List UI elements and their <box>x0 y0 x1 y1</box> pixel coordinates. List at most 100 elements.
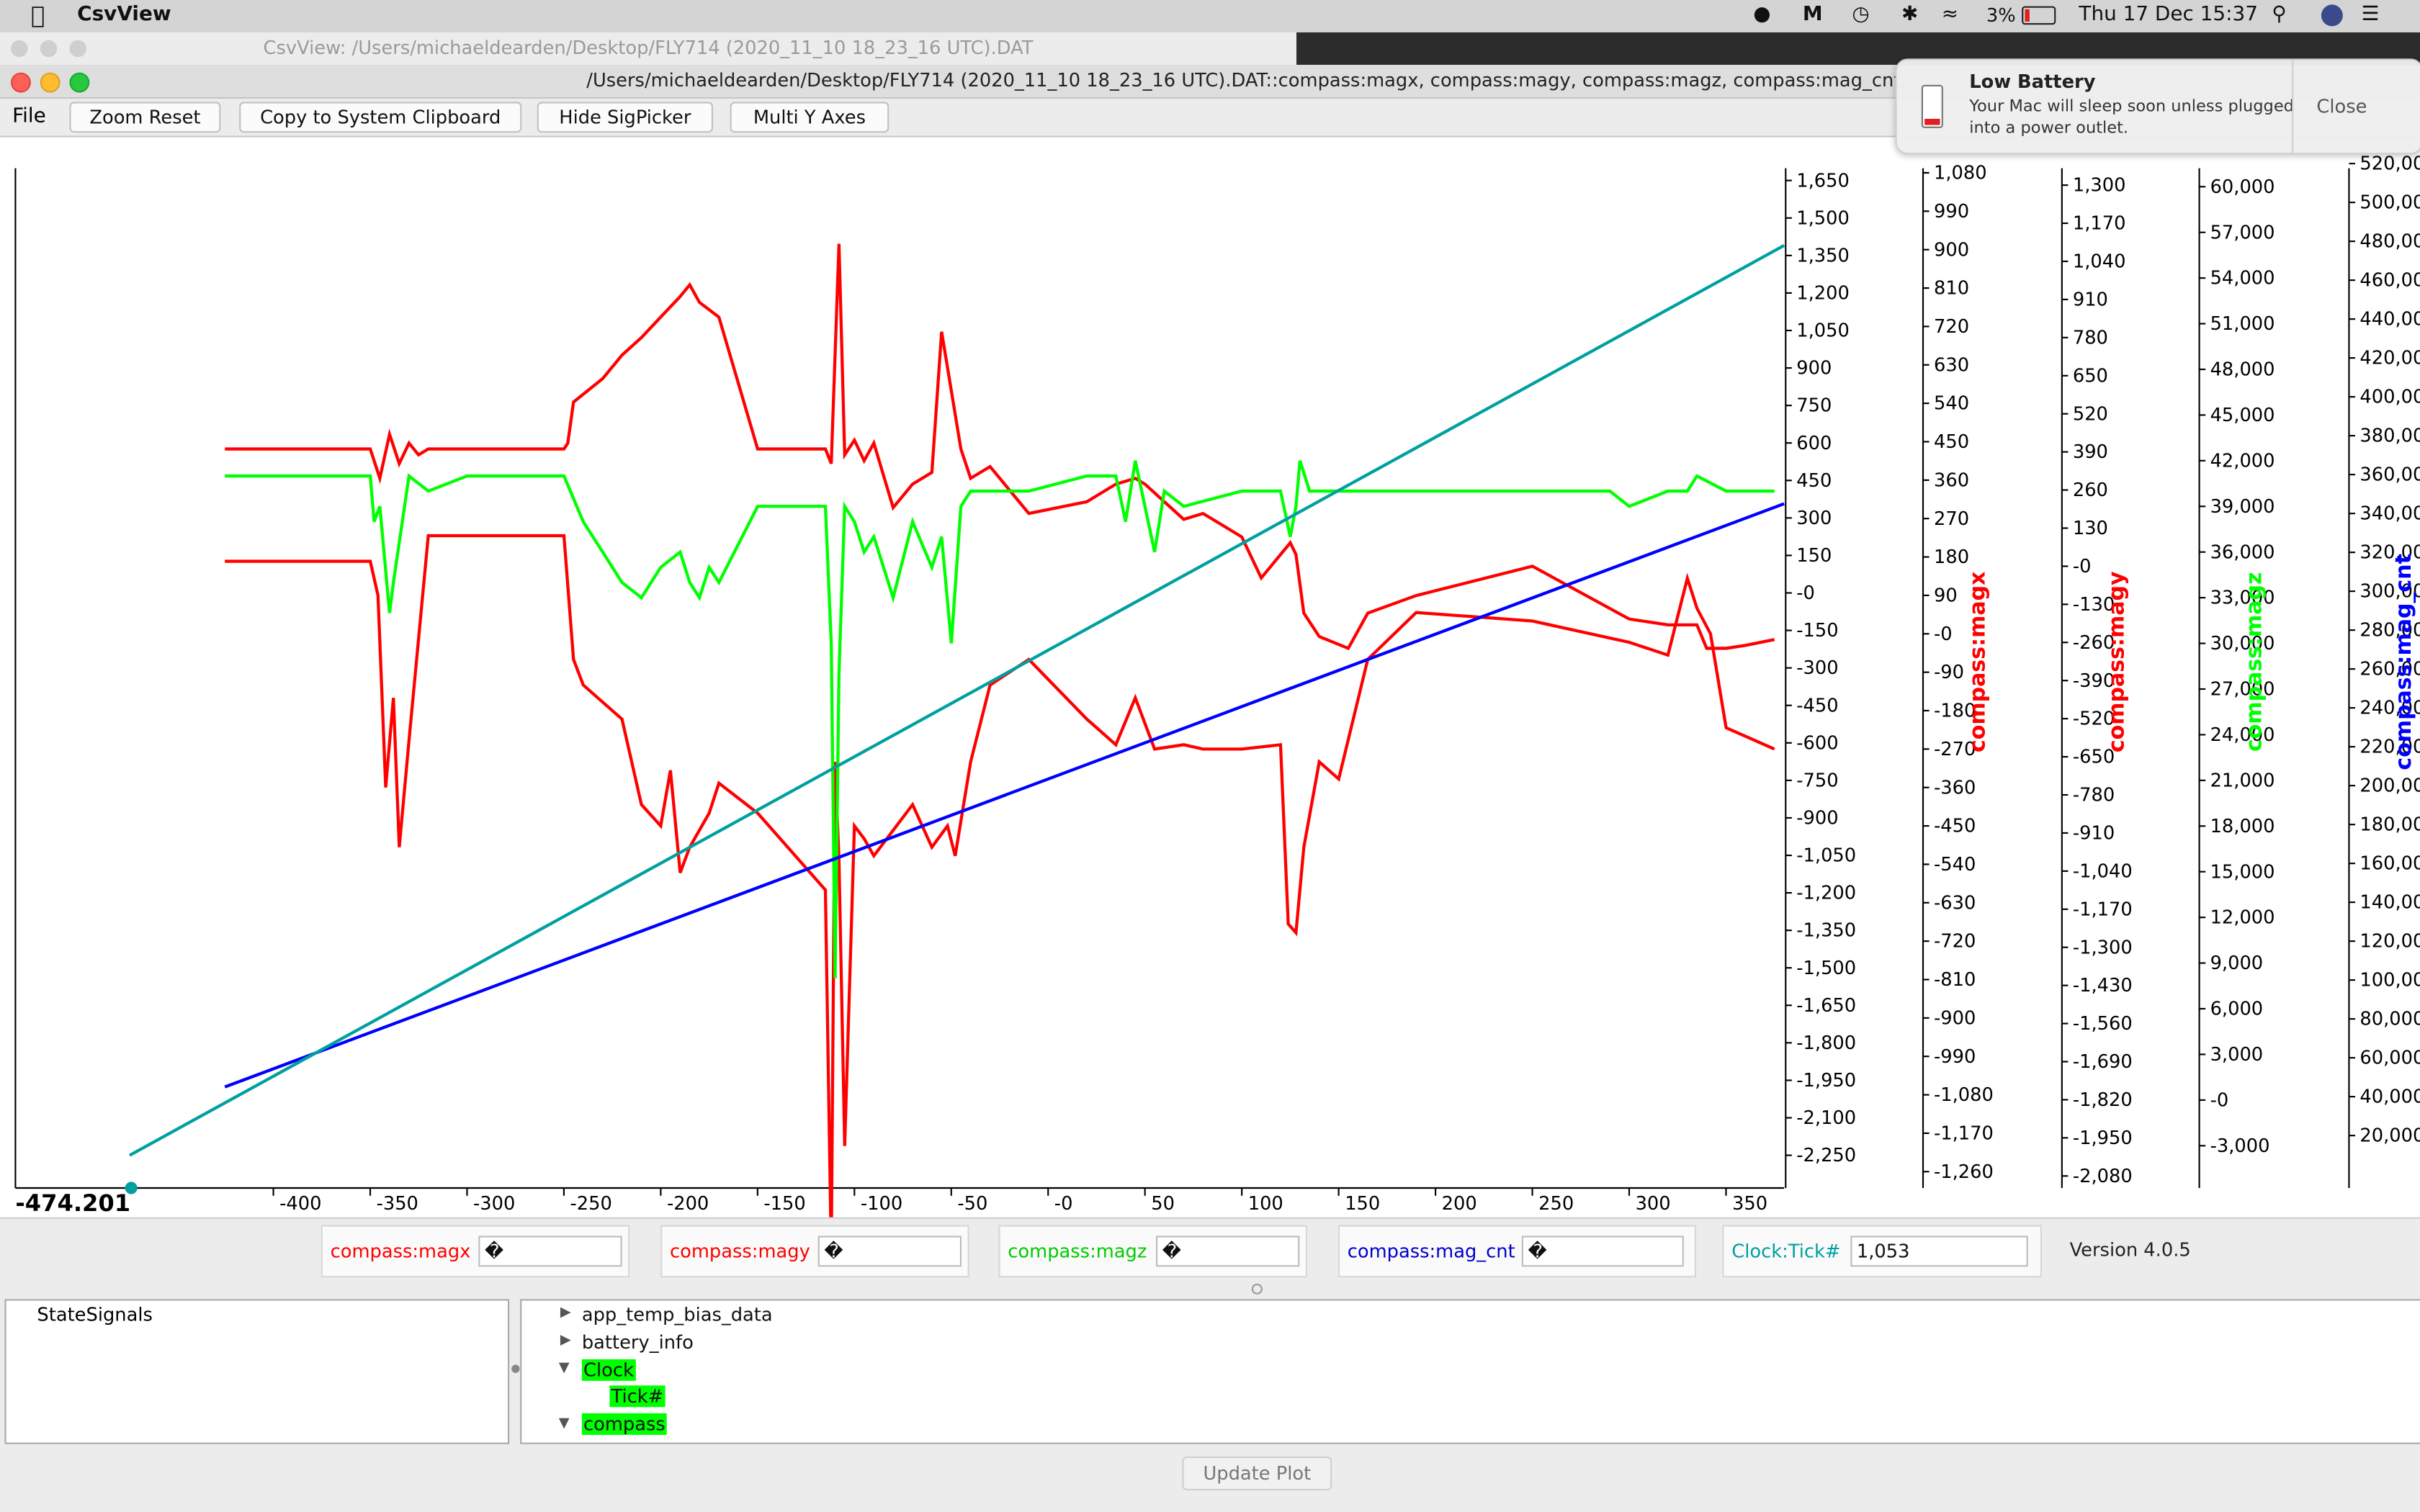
y-tick-label: -1,650 <box>1796 995 1856 1017</box>
panel-splitter-icon[interactable]: ● <box>511 1362 520 1374</box>
y-tick-label: -2,250 <box>1796 1145 1856 1166</box>
y-tick-label: -450 <box>1934 816 1976 837</box>
y-tick-label: 100,00 <box>2360 970 2420 991</box>
spotlight-search-icon[interactable]: ⚲ <box>2272 3 2286 26</box>
tree-item-battery-info[interactable]: battery_info <box>582 1331 694 1353</box>
y-tick-label: -360 <box>1934 777 1976 798</box>
multi-y-axes-button[interactable]: Multi Y Axes <box>730 102 889 133</box>
tree-item-tick[interactable]: Tick# <box>609 1385 666 1408</box>
x-tick-label: -50 <box>957 1193 987 1215</box>
y-tick-label: -990 <box>1934 1046 1976 1068</box>
apple-icon[interactable]:  <box>31 1 45 30</box>
y-tick-label: 900 <box>1934 239 1969 261</box>
version-label: Version 4.0.5 <box>2069 1238 2191 1261</box>
x-tick-label: 350 <box>1732 1193 1767 1215</box>
y-tick-label: -1,080 <box>1934 1084 1994 1106</box>
expand-arrow-icon[interactable]: ▶ <box>560 1305 571 1320</box>
y-tick-label: -1,040 <box>2073 860 2133 882</box>
close-button[interactable] <box>11 72 31 93</box>
lock-status-icon[interactable]: ● <box>1753 3 1770 26</box>
state-signals-panel[interactable]: StateSignals <box>4 1299 510 1444</box>
series-line-4 <box>128 244 1785 1157</box>
bluetooth-icon[interactable]: ✱ <box>1901 3 1918 26</box>
y-tick-label: -2,080 <box>2073 1166 2133 1187</box>
battery-warning-icon <box>1921 84 1943 128</box>
plot-area[interactable]: 1,650 1,500 1,350 1,200 1,050 900 750 600 450 300… <box>0 137 2420 1254</box>
y-tick-label: -90 <box>1934 662 1964 683</box>
tree-item-clock[interactable]: Clock <box>581 1359 636 1381</box>
x-tick-label: -150 <box>763 1193 805 1215</box>
notification-center-icon[interactable]: ☰ <box>2362 3 2380 26</box>
copy-clipboard-button[interactable]: Copy to System Clipboard <box>239 102 522 133</box>
time-machine-icon[interactable]: ◷ <box>1852 3 1869 26</box>
zoom-button[interactable] <box>69 72 90 93</box>
splitter-handle[interactable] <box>1251 1283 1263 1295</box>
y-tick-label: -1,260 <box>1934 1161 1994 1183</box>
signal-clock-value[interactable]: 1,053 <box>1850 1236 2028 1267</box>
y-tick-label: 21,000 <box>2210 770 2275 791</box>
x-tick-label: -300 <box>473 1193 515 1215</box>
cursor-marker[interactable] <box>125 1182 138 1194</box>
series-line-0 <box>225 534 1775 1254</box>
y-tick-label: 150 <box>1796 545 1832 567</box>
y-tick-label: 420,00 <box>2360 348 2420 369</box>
siri-icon[interactable] <box>2321 4 2343 27</box>
series-line-3 <box>224 502 1785 1089</box>
x-tick-label: -0 <box>1054 1193 1073 1215</box>
update-plot-button[interactable]: Update Plot <box>1182 1456 1332 1490</box>
expand-arrow-icon[interactable]: ▶ <box>560 1333 571 1348</box>
y-tick-label: -3,000 <box>2210 1135 2270 1157</box>
x-tick-label: -200 <box>667 1193 709 1215</box>
app-menu-name[interactable]: CsvView <box>77 3 171 26</box>
y-tick-label: -1,350 <box>1796 920 1856 942</box>
signal-magcnt-value[interactable]: � <box>1521 1236 1684 1267</box>
y-tick-label: -1,170 <box>1934 1123 1994 1145</box>
y-axis-title-2: compass:magy <box>2105 571 2130 752</box>
y-tick-label: 460,00 <box>2360 270 2420 292</box>
y-tick-label: 39,000 <box>2210 496 2275 518</box>
collapse-arrow-icon[interactable]: ▼ <box>559 1361 570 1376</box>
signal-magy-box: compass:magy � <box>660 1225 969 1278</box>
tree-item-compass[interactable]: compass <box>581 1413 667 1435</box>
wifi-icon[interactable]: ≈ <box>1942 3 1958 26</box>
signal-magx-value[interactable]: � <box>478 1236 622 1267</box>
signal-magz-value[interactable]: � <box>1156 1236 1300 1267</box>
collapse-arrow-icon[interactable]: ▼ <box>559 1416 570 1431</box>
y-tick-label: 18,000 <box>2210 816 2275 837</box>
y-tick-label: 180,00 <box>2360 814 2420 836</box>
m-app-icon[interactable]: M <box>1803 3 1823 26</box>
battery-icon[interactable] <box>2022 6 2056 25</box>
tree-item-app-temp-bias-data[interactable]: app_temp_bias_data <box>582 1304 773 1326</box>
macos-menubar:  CsvView ● M ◷ ✱ ≈ 3% Thu 17 Dec 15:37 … <box>0 0 2420 32</box>
y-tick-label: -1,050 <box>1796 845 1856 867</box>
y-tick-label: 540 <box>1934 393 1969 415</box>
plot-canvas[interactable]: 1,650 1,500 1,350 1,200 1,050 900 750 600 450 300… <box>0 138 2420 1254</box>
signal-clock-label: Clock:Tick# <box>1731 1240 1841 1262</box>
y-tick-label: 630 <box>1934 354 1969 376</box>
y-tick-label: -1,500 <box>1796 958 1856 979</box>
y-tick-label: -720 <box>1934 931 1976 953</box>
zoom-reset-button[interactable]: Zoom Reset <box>69 102 221 133</box>
y-tick-label: -450 <box>1796 695 1838 716</box>
notification-close-button[interactable]: Close <box>2316 96 2367 117</box>
minimize-button[interactable] <box>40 72 60 93</box>
low-battery-notification[interactable]: Low Battery Your Mac will sleep soon unl… <box>1895 58 2420 155</box>
y-tick-label: 180 <box>1934 546 1969 568</box>
y-tick-label: -150 <box>1796 620 1838 642</box>
y-tick-label: 60,000 <box>2210 176 2275 198</box>
y-tick-label: -750 <box>1796 770 1838 791</box>
menubar-clock[interactable]: Thu 17 Dec 15:37 <box>2079 3 2258 26</box>
y-tick-label: -1,950 <box>1796 1070 1856 1092</box>
signal-tree-panel[interactable]: ▶ app_temp_bias_data ▶ battery_info ▼ Cl… <box>520 1299 2420 1444</box>
y-tick-label: 450 <box>1796 470 1832 492</box>
y-tick-label: -600 <box>1796 732 1838 754</box>
y-tick-label: -910 <box>2073 822 2115 844</box>
y-tick-label: 650 <box>2073 365 2108 387</box>
y-tick-label: 12,000 <box>2210 907 2275 929</box>
hide-sigpicker-button[interactable]: Hide SigPicker <box>537 102 713 133</box>
signal-magy-value[interactable]: � <box>817 1236 962 1267</box>
notification-title: Low Battery <box>1969 71 2096 93</box>
y-tick-label: 130 <box>2073 518 2108 539</box>
y-tick-label: 340,00 <box>2360 503 2420 525</box>
file-menu[interactable]: File <box>12 105 46 128</box>
